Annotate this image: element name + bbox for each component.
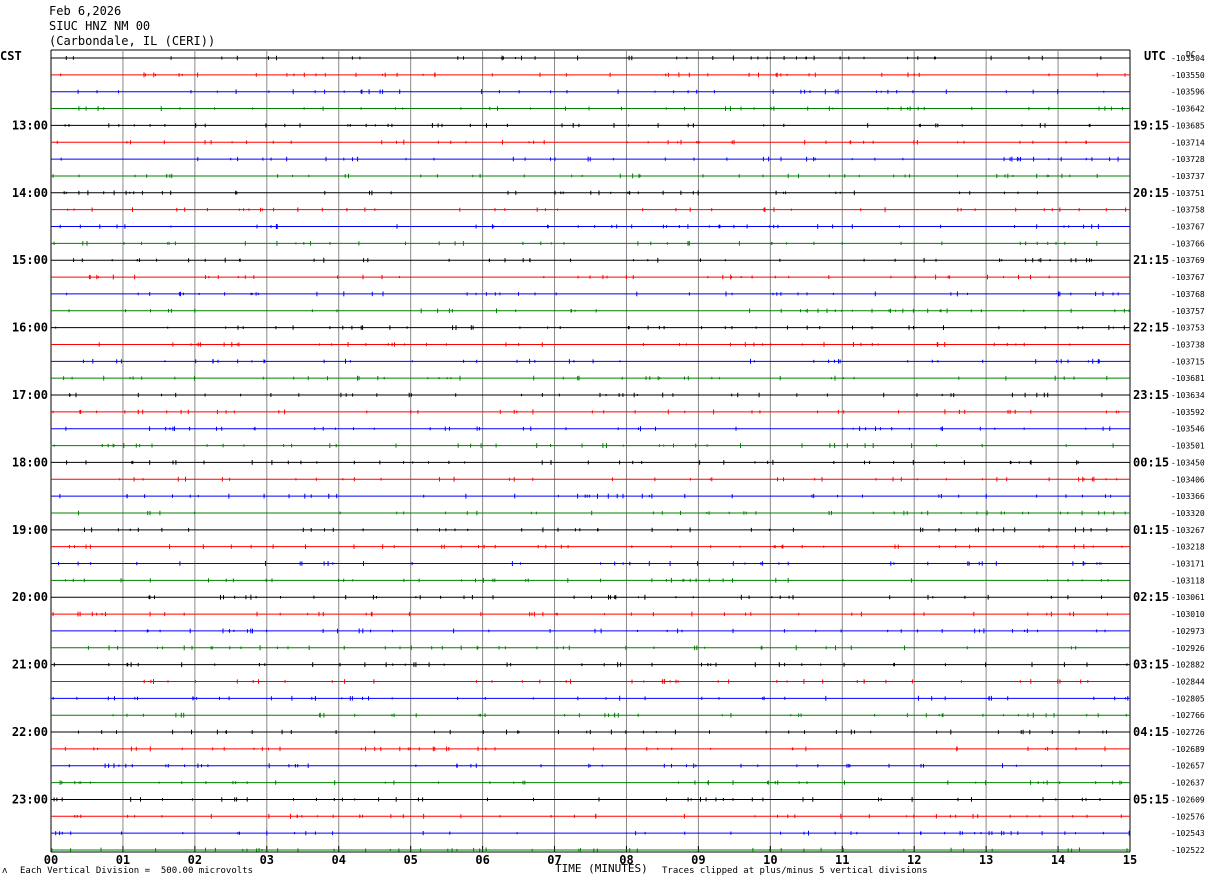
dc-offset-label: -103406 bbox=[1171, 475, 1205, 484]
utc-hour-label: 04:15 bbox=[1133, 725, 1169, 739]
x-tick-label: 10 bbox=[763, 853, 777, 867]
x-tick-label: 11 bbox=[835, 853, 849, 867]
utc-hour-label: 22:15 bbox=[1133, 321, 1169, 335]
dc-offset-label: -103767 bbox=[1171, 273, 1205, 282]
dc-offset-label: -103592 bbox=[1171, 408, 1205, 417]
cst-hour-label: 16:00 bbox=[12, 321, 48, 335]
utc-hour-label: 03:15 bbox=[1133, 658, 1169, 672]
dc-offset-label: -103010 bbox=[1171, 610, 1205, 619]
seismogram-chart: 00 01 02 03 04 05 06 07 08 09 10 11 12 13 14 15-103504-… bbox=[0, 49, 1205, 867]
dc-offset-label: -102882 bbox=[1171, 661, 1205, 670]
dc-offset-label: -103642 bbox=[1171, 105, 1205, 114]
cst-hour-label: 17:00 bbox=[12, 388, 48, 402]
dc-corner-label: DC bbox=[1186, 50, 1196, 59]
cst-hour-label: 14:00 bbox=[12, 186, 48, 200]
dc-offset-label: -103634 bbox=[1171, 391, 1205, 400]
dc-offset-label: -102657 bbox=[1171, 762, 1205, 771]
cst-hour-label: 15:00 bbox=[12, 253, 48, 267]
dc-offset-label: -103769 bbox=[1171, 256, 1205, 265]
dc-offset-label: -103320 bbox=[1171, 509, 1205, 518]
dc-offset-label: -103715 bbox=[1171, 357, 1205, 366]
x-tick-label: 05 bbox=[403, 853, 417, 867]
cst-hour-label: 20:00 bbox=[12, 590, 48, 604]
dc-offset-label: -103768 bbox=[1171, 290, 1205, 299]
dc-offset-label: -102576 bbox=[1171, 812, 1205, 821]
dc-offset-label: -102973 bbox=[1171, 627, 1205, 636]
utc-hour-label: 01:15 bbox=[1133, 523, 1169, 537]
dc-offset-label: -103758 bbox=[1171, 206, 1205, 215]
dc-offset-label: -102637 bbox=[1171, 779, 1205, 788]
x-tick-label: 09 bbox=[691, 853, 705, 867]
dc-offset-label: -103366 bbox=[1171, 492, 1205, 501]
dc-offset-label: -103767 bbox=[1171, 223, 1205, 232]
cst-hour-label: 23:00 bbox=[12, 792, 48, 806]
x-tick-label: 00 bbox=[44, 853, 58, 867]
dc-offset-label: -103061 bbox=[1171, 593, 1205, 602]
x-tick-label: 14 bbox=[1051, 853, 1065, 867]
dc-offset-label: -103681 bbox=[1171, 374, 1205, 383]
utc-hour-label: 21:15 bbox=[1133, 253, 1169, 267]
cst-hour-label: 13:00 bbox=[12, 118, 48, 132]
dc-offset-label: -103450 bbox=[1171, 458, 1205, 467]
dc-offset-label: -103753 bbox=[1171, 324, 1205, 333]
x-tick-label: 04 bbox=[332, 853, 346, 867]
corner-mark: ᴧ bbox=[2, 866, 8, 876]
dc-offset-label: -102805 bbox=[1171, 694, 1205, 703]
dc-offset-label: -102543 bbox=[1171, 829, 1205, 838]
dc-offset-label: -102609 bbox=[1171, 795, 1205, 804]
x-tick-label: 12 bbox=[907, 853, 921, 867]
cst-hour-label: 22:00 bbox=[12, 725, 48, 739]
clipping-note: Traces clipped at plus/minus 5 vertical … bbox=[662, 866, 928, 876]
cst-hour-label: 18:00 bbox=[12, 455, 48, 469]
left-axis-label: CST bbox=[0, 49, 22, 63]
dc-offset-label: -103218 bbox=[1171, 543, 1205, 552]
dc-offset-label: -103550 bbox=[1171, 71, 1205, 80]
dc-offset-label: -103546 bbox=[1171, 425, 1205, 434]
dc-offset-label: -103596 bbox=[1171, 88, 1205, 97]
cst-hour-label: 19:00 bbox=[12, 523, 48, 537]
dc-offset-label: -103501 bbox=[1171, 442, 1205, 451]
utc-hour-label: 23:15 bbox=[1133, 388, 1169, 402]
x-axis-title: TIME (MINUTES) bbox=[555, 862, 648, 875]
dc-offset-label: -103685 bbox=[1171, 121, 1205, 130]
dc-offset-label: -102522 bbox=[1171, 846, 1205, 855]
utc-hour-label: 00:15 bbox=[1133, 455, 1169, 469]
utc-hour-label: 20:15 bbox=[1133, 186, 1169, 200]
dc-offset-label: -103171 bbox=[1171, 560, 1205, 569]
dc-offset-label: -102844 bbox=[1171, 677, 1205, 686]
vertical-division-note: Each Vertical Division = 500.00 microvol… bbox=[20, 866, 253, 876]
dc-offset-label: -102926 bbox=[1171, 644, 1205, 653]
dc-offset-label: -103714 bbox=[1171, 138, 1205, 147]
dc-offset-label: -103738 bbox=[1171, 340, 1205, 349]
dc-offset-label: -103118 bbox=[1171, 576, 1205, 585]
x-tick-label: 01 bbox=[116, 853, 130, 867]
dc-offset-label: -103728 bbox=[1171, 155, 1205, 164]
dc-offset-label: -103757 bbox=[1171, 307, 1205, 316]
cst-hour-label: 21:00 bbox=[12, 658, 48, 672]
x-tick-label: 13 bbox=[979, 853, 993, 867]
utc-hour-label: 19:15 bbox=[1133, 118, 1169, 132]
x-tick-label: 03 bbox=[260, 853, 274, 867]
dc-offset-label: -103267 bbox=[1171, 526, 1205, 535]
dc-offset-label: -102726 bbox=[1171, 728, 1205, 737]
dc-offset-label: -103751 bbox=[1171, 189, 1205, 198]
utc-hour-label: 02:15 bbox=[1133, 590, 1169, 604]
right-axis-label: UTC bbox=[1144, 49, 1166, 63]
dc-offset-label: -102689 bbox=[1171, 745, 1205, 754]
x-tick-label: 02 bbox=[188, 853, 202, 867]
dc-offset-label: -102766 bbox=[1171, 711, 1205, 720]
dc-offset-label: -103766 bbox=[1171, 239, 1205, 248]
x-tick-label: 06 bbox=[475, 853, 489, 867]
x-tick-label: 15 bbox=[1123, 853, 1137, 867]
utc-hour-label: 05:15 bbox=[1133, 792, 1169, 806]
dc-offset-label: -103737 bbox=[1171, 172, 1205, 181]
